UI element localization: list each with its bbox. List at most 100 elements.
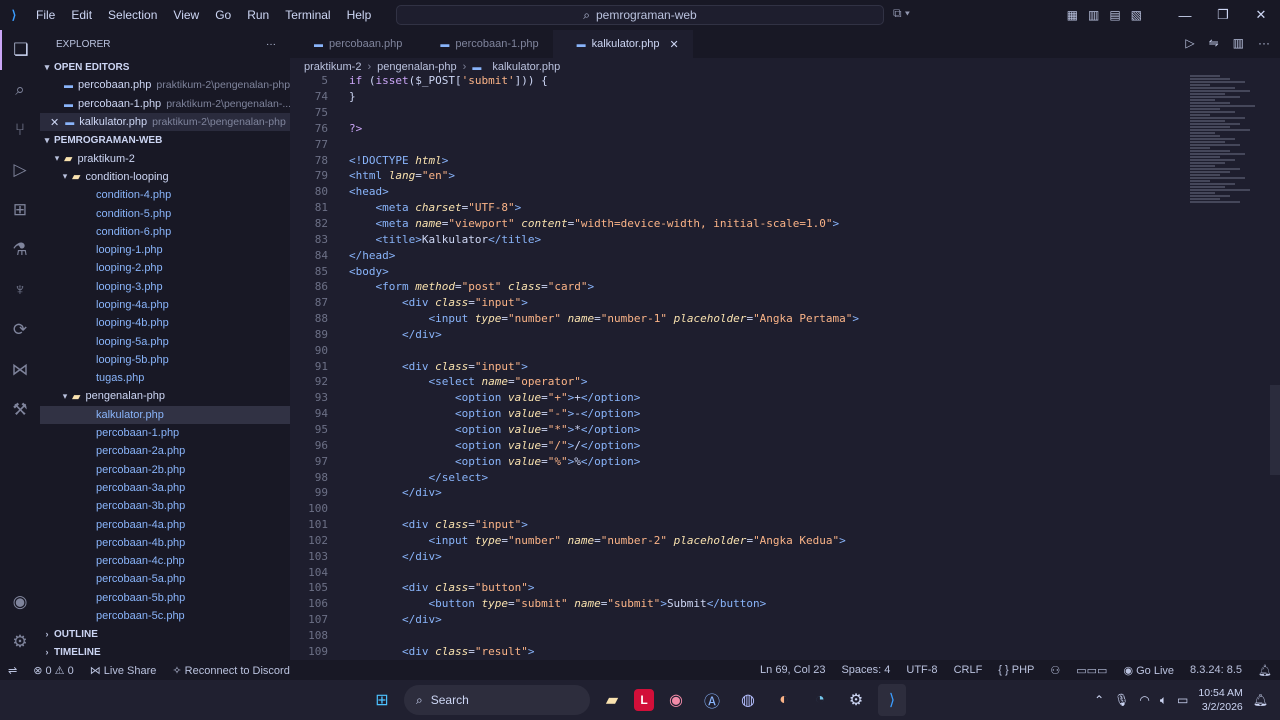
code-line[interactable]: 76 ?> [290, 121, 1190, 137]
code-line[interactable]: 104 [290, 564, 1190, 580]
open-editor-item[interactable]: ✕ ▬ kalkulator.php praktikum-2\pengenalan-p… [40, 112, 290, 132]
file-item[interactable]: percobaan-5b.php [40, 589, 290, 607]
remote-explorer-icon[interactable]: ⟳ [0, 310, 40, 350]
code-line[interactable]: 96 <option value="/">/</option> [290, 437, 1190, 453]
go-live-button[interactable]: ◉ Go Live [1115, 664, 1182, 677]
open-editor-item[interactable]: ▬ percobaan.php praktikum-2\pengenalan-php [40, 76, 290, 94]
code-line[interactable]: 109 <div class="result"> [290, 643, 1190, 659]
copilot-icon[interactable]: ⧉ ▾ [893, 6, 910, 21]
taskbar-search[interactable]: ⌕ Search [404, 685, 590, 715]
code-line[interactable]: 79 <html lang="en"> [290, 168, 1190, 184]
file-item[interactable]: looping-3.php [40, 278, 290, 296]
toggle-secondary-sidebar-icon[interactable]: ▧ [1131, 8, 1142, 22]
file-item[interactable]: looping-4b.php [40, 314, 290, 332]
edge-icon[interactable]: ◔ [806, 684, 834, 716]
file-item[interactable]: percobaan-1.php [40, 424, 290, 442]
code-line[interactable]: 89 </div> [290, 327, 1190, 343]
code-line[interactable]: 77 [290, 136, 1190, 152]
explorer-icon[interactable]: ❏ [0, 30, 40, 70]
minimap[interactable] [1190, 75, 1255, 235]
code-line[interactable]: 94 <option value="-">-</option> [290, 406, 1190, 422]
file-item[interactable]: percobaan-4a.php [40, 515, 290, 533]
start-icon[interactable]: ⊞ [368, 684, 396, 716]
file-item[interactable]: percobaan-4b.php [40, 534, 290, 552]
testing-icon[interactable]: ⚗ [0, 230, 40, 270]
menu-selection[interactable]: Selection [100, 8, 165, 22]
code-line[interactable]: 107 </div> [290, 612, 1190, 628]
settings-app-icon[interactable]: ⚙ [842, 684, 870, 716]
code-line[interactable]: 84 </head> [290, 247, 1190, 263]
file-item[interactable]: condition-5.php [40, 204, 290, 222]
minimize-icon[interactable]: — [1166, 8, 1204, 23]
run-debug-icon[interactable]: ▷ [0, 150, 40, 190]
outline-section[interactable]: › OUTLINE [40, 625, 290, 643]
file-item[interactable]: condition-4.php [40, 186, 290, 204]
code-line[interactable]: 81 <meta charset="UTF-8"> [290, 200, 1190, 216]
wifi-icon[interactable]: ◠ [1139, 693, 1149, 707]
code-line[interactable]: 74} [290, 89, 1190, 105]
menu-terminal[interactable]: Terminal [277, 8, 338, 22]
chrome-icon[interactable]: ◉ [662, 684, 690, 716]
file-item[interactable]: looping-5b.php [40, 351, 290, 369]
chevron-up-icon[interactable]: ⌃ [1094, 693, 1104, 707]
file-item[interactable]: percobaan-3a.php [40, 479, 290, 497]
code-line[interactable]: 82 <meta name="viewport" content="width=… [290, 216, 1190, 232]
code-line[interactable]: 91 <div class="input"> [290, 358, 1190, 374]
open-editors-section[interactable]: ▾ OPEN EDITORS [40, 58, 290, 76]
postman-icon[interactable]: ◐ [770, 684, 798, 716]
source-control-icon[interactable]: ⑂ [0, 110, 40, 150]
file-item[interactable]: looping-1.php [40, 241, 290, 259]
code-line[interactable]: 97 <option value="%">%</option> [290, 453, 1190, 469]
code-editor[interactable]: 5 if (isset($_POST['submit'])) {74} 75 76 ?>… [290, 73, 1190, 659]
menu-go[interactable]: Go [207, 8, 239, 22]
code-line[interactable]: 87 <div class="input"> [290, 295, 1190, 311]
menu-help[interactable]: Help [339, 8, 380, 22]
editor-scrollbar[interactable] [1270, 385, 1280, 475]
vscode-taskbar-icon[interactable]: ⟩ [878, 684, 906, 716]
language-mode[interactable]: { } PHP [990, 664, 1042, 676]
code-line[interactable]: 99 </div> [290, 485, 1190, 501]
cursor-position[interactable]: Ln 69, Col 23 [752, 664, 833, 676]
python-icon[interactable]: ♆ [0, 270, 40, 310]
menu-edit[interactable]: Edit [63, 8, 100, 22]
file-item[interactable]: percobaan-3b.php [40, 497, 290, 515]
folder-praktikum-2[interactable]: ▾ ▰ praktikum-2 [40, 149, 290, 167]
command-center-search[interactable]: ⌕ pemrograman-web [396, 5, 884, 25]
extensions-icon[interactable]: ⊞ [0, 190, 40, 230]
folder-condition-looping[interactable]: ▾ ▰ condition-looping [40, 168, 290, 186]
timeline-section[interactable]: › TIMELINE [40, 643, 290, 661]
file-item[interactable]: looping-2.php [40, 259, 290, 277]
run-icon[interactable]: ▷ [1185, 36, 1194, 50]
folder-pengenalan-php[interactable]: ▾ ▰ pengenalan-php [40, 387, 290, 405]
tools-icon[interactable]: ⚒ [0, 390, 40, 430]
end-of-line[interactable]: CRLF [946, 664, 991, 676]
code-line[interactable]: 5 if (isset($_POST['submit'])) { [290, 73, 1190, 89]
account-icon[interactable]: ◉ [0, 582, 40, 622]
live-share-icon[interactable]: ⋈ [0, 350, 40, 390]
app-l-icon[interactable]: L [634, 689, 654, 711]
notifications-icon[interactable]: 🔔︎ [1250, 664, 1280, 677]
code-line[interactable]: 98 </select> [290, 469, 1190, 485]
close-window-icon[interactable]: ✕ [1242, 7, 1280, 23]
open-editor-item[interactable]: ▬ percobaan-1.php praktikum-2\pengenalan-.… [40, 95, 290, 113]
code-line[interactable]: 86 <form method="post" class="card"> [290, 279, 1190, 295]
settings-gear-icon[interactable]: ⚙ [0, 622, 40, 662]
code-line[interactable]: 105 <div class="button"> [290, 580, 1190, 596]
file-item[interactable]: percobaan-2b.php [40, 461, 290, 479]
customize-layout-icon[interactable]: ▦ [1067, 8, 1078, 22]
copilot-status-icon[interactable]: ⚇ [1042, 664, 1068, 677]
code-line[interactable]: 75 [290, 105, 1190, 121]
code-line[interactable]: 93 <option value="+">+</option> [290, 390, 1190, 406]
menu-run[interactable]: Run [239, 8, 277, 22]
file-explorer-icon[interactable]: ▰ [598, 684, 626, 716]
breadcrumb-item[interactable]: pengenalan-php [377, 61, 457, 73]
code-line[interactable]: 102 <input type="number" name="number-2"… [290, 532, 1190, 548]
code-line[interactable]: 103 </div> [290, 548, 1190, 564]
menu-file[interactable]: File [28, 8, 63, 22]
github-icon[interactable]: ◍ [734, 684, 762, 716]
code-line[interactable]: 85 <body> [290, 263, 1190, 279]
breadcrumb-item[interactable]: kalkulator.php [492, 61, 560, 73]
code-line[interactable]: 78 <!DOCTYPE html> [290, 152, 1190, 168]
workspace-section[interactable]: ▾ PEMROGRAMAN-WEB [40, 131, 290, 149]
microphone-icon[interactable]: 🎙︎ [1114, 693, 1129, 707]
